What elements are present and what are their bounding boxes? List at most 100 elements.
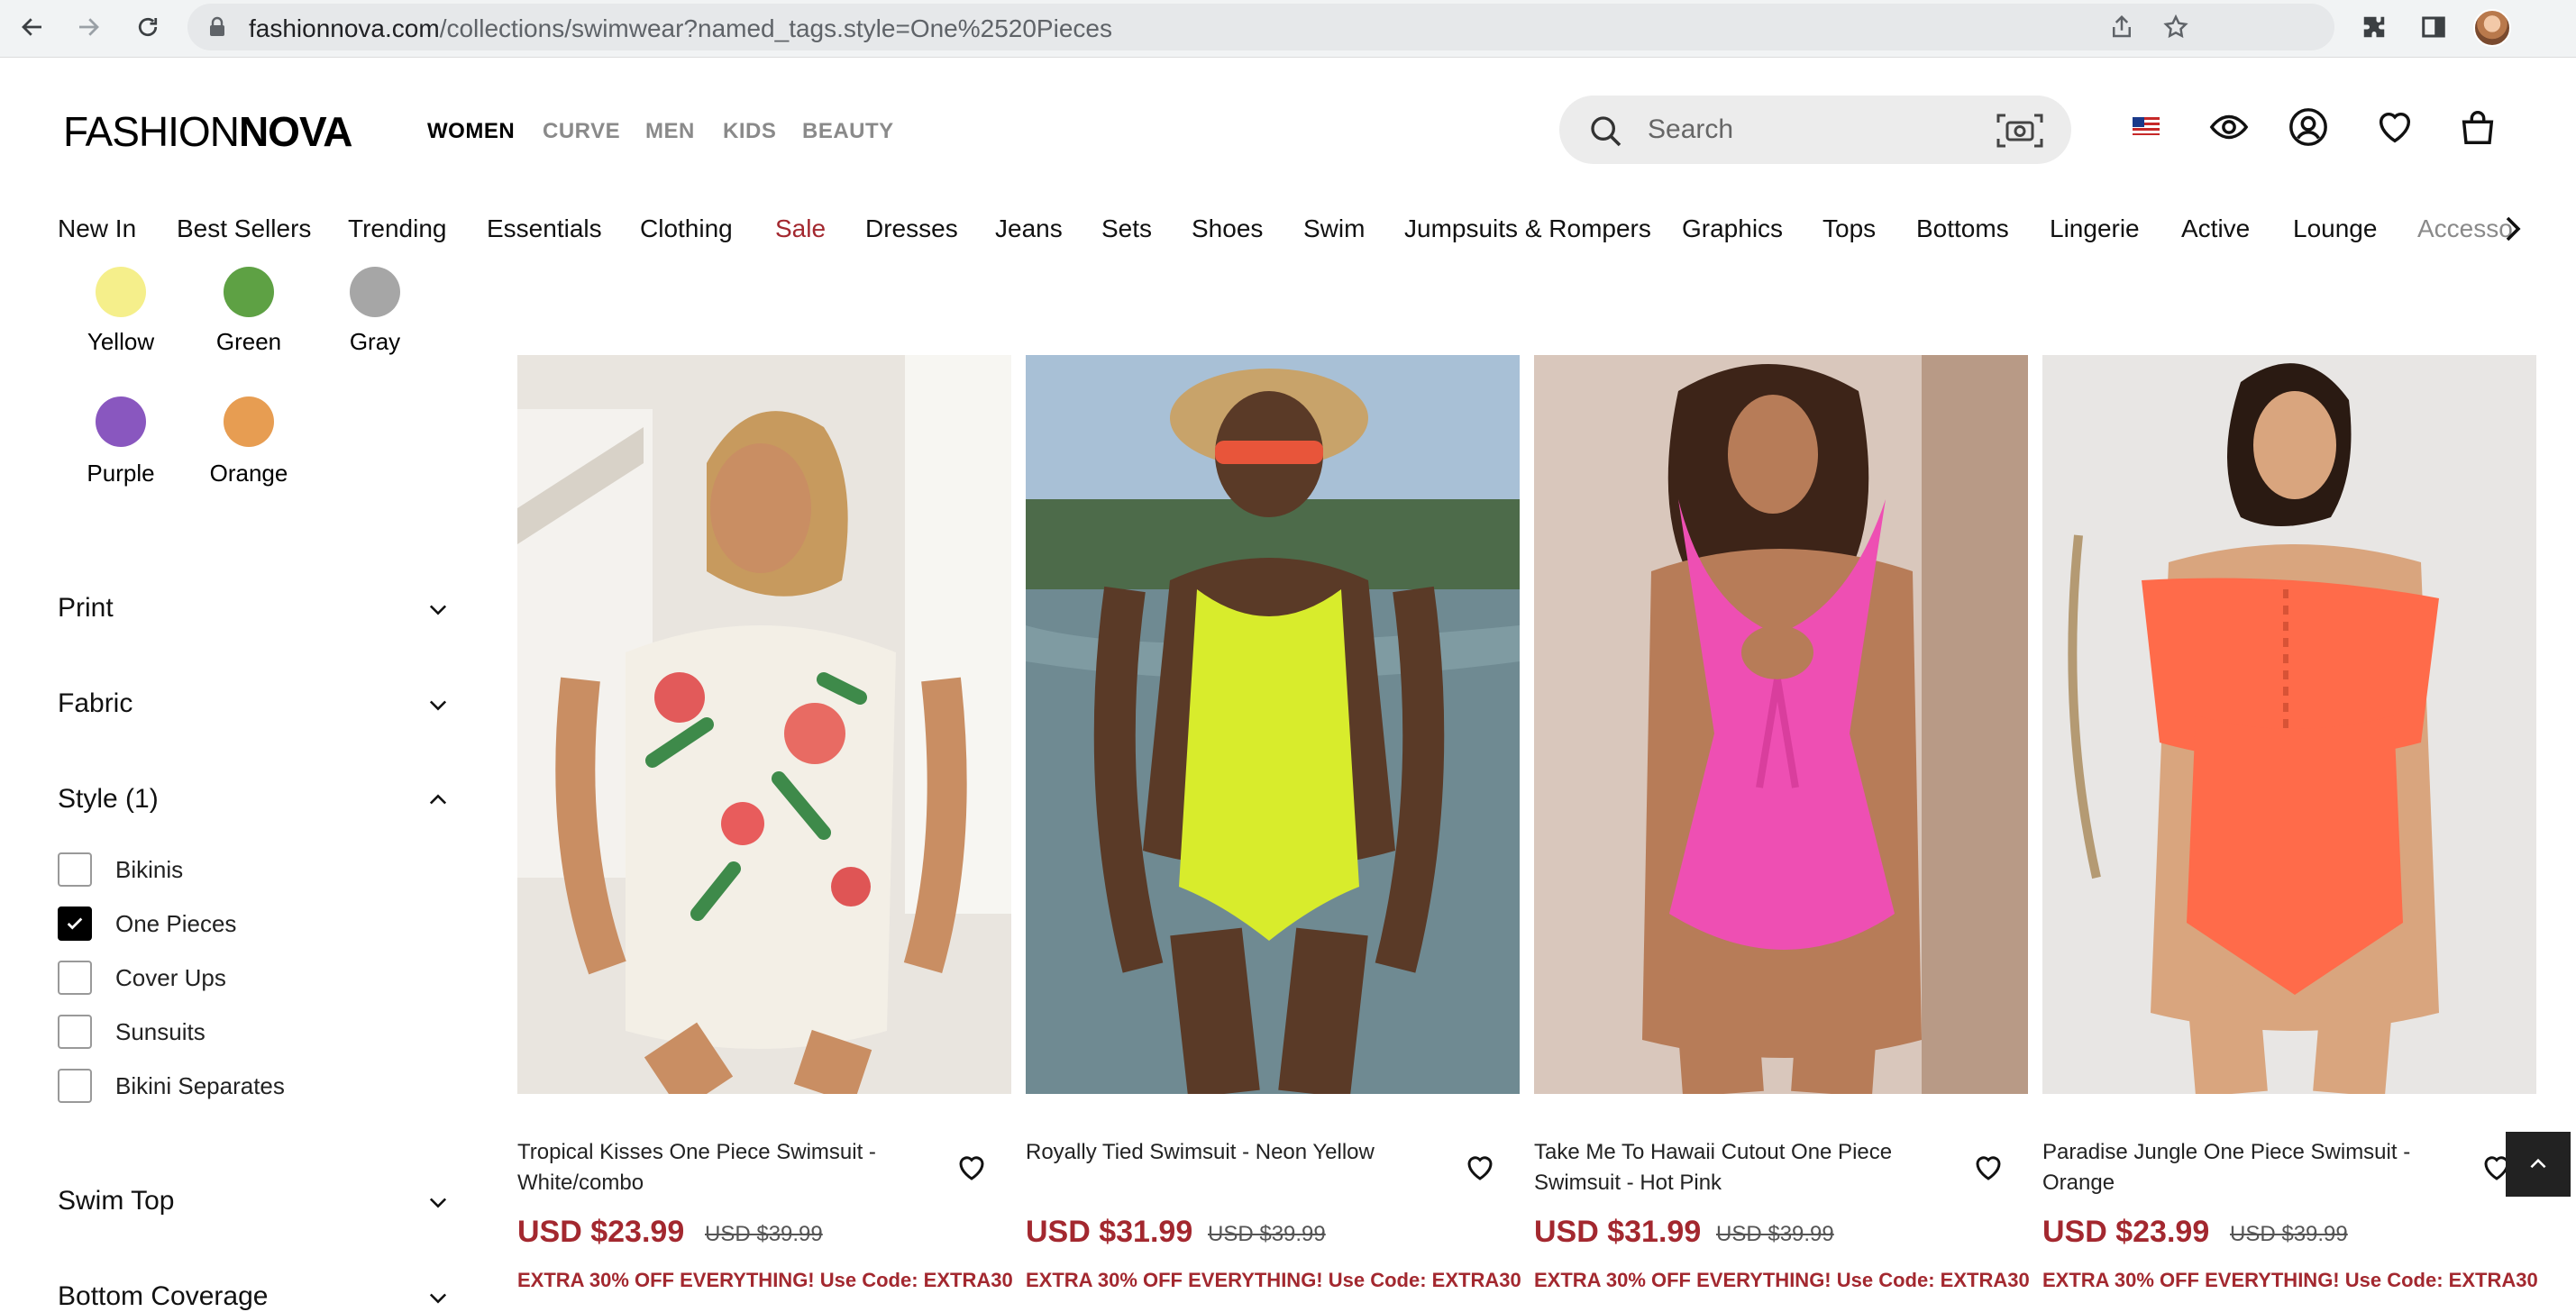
dept-men[interactable]: MEN xyxy=(645,119,695,144)
facet-title: Style (1) xyxy=(58,784,159,814)
search-input[interactable] xyxy=(1648,110,1990,150)
product-compare-price: USD $39.99 xyxy=(1208,1222,1326,1246)
product-card[interactable]: Royally Tied Swimsuit - Neon Yellow USD … xyxy=(1026,355,1521,1312)
reload-icon[interactable] xyxy=(128,7,168,47)
option-label: Cover Ups xyxy=(115,964,226,991)
product-card[interactable]: Take Me To Hawaii Cutout One Piece Swims… xyxy=(1534,355,2030,1312)
swatch-label-green: Green xyxy=(215,328,282,355)
product-price: USD $23.99 xyxy=(2042,1215,2210,1249)
style-option-cover-ups[interactable]: Cover Ups xyxy=(58,959,418,997)
wishlist-heart-icon[interactable] xyxy=(1972,1152,2005,1184)
back-to-top-button[interactable] xyxy=(2506,1132,2571,1197)
site-logo[interactable]: FASHIONNOVA xyxy=(63,106,352,157)
swatch-gray[interactable] xyxy=(350,267,400,317)
share-icon[interactable] xyxy=(2104,9,2140,45)
url-text: fashionnova.com/collections/swimwear?nam… xyxy=(249,14,1112,42)
cat-active[interactable]: Active xyxy=(2181,214,2250,243)
facet-style[interactable]: Style (1) xyxy=(58,777,451,822)
cat-sale[interactable]: Sale xyxy=(775,214,826,243)
checkbox-checked[interactable] xyxy=(58,907,92,941)
cat-bottoms[interactable]: Bottoms xyxy=(1916,214,2009,243)
cat-sets[interactable]: Sets xyxy=(1101,214,1152,243)
facet-bottom-coverage[interactable]: Bottom Coverage xyxy=(58,1274,451,1312)
dept-kids[interactable]: KIDS xyxy=(723,119,776,144)
style-option-one-pieces[interactable]: One Pieces xyxy=(58,905,418,943)
cat-swim[interactable]: Swim xyxy=(1303,214,1365,243)
dept-curve[interactable]: CURVE xyxy=(543,119,620,144)
cat-dresses[interactable]: Dresses xyxy=(865,214,958,243)
account-icon[interactable] xyxy=(2286,105,2331,150)
forward-icon[interactable] xyxy=(69,7,108,47)
cat-tops[interactable]: Tops xyxy=(1822,214,1876,243)
back-icon[interactable] xyxy=(13,7,52,47)
cat-essentials[interactable]: Essentials xyxy=(487,214,602,243)
swatch-label-orange: Orange xyxy=(209,460,288,487)
cat-new-in[interactable]: New In xyxy=(58,214,136,243)
style-option-sunsuits[interactable]: Sunsuits xyxy=(58,1013,418,1051)
cat-shoes[interactable]: Shoes xyxy=(1192,214,1263,243)
product-compare-price: USD $39.99 xyxy=(1716,1222,1834,1246)
cat-jeans[interactable]: Jeans xyxy=(995,214,1063,243)
chevron-right-icon[interactable] xyxy=(2497,213,2529,245)
heart-icon[interactable] xyxy=(2372,105,2417,150)
chevron-up-icon xyxy=(2530,1158,2546,1169)
swatch-label-yellow: Yellow xyxy=(87,328,155,355)
cat-lounge[interactable]: Lounge xyxy=(2293,214,2377,243)
checkmark-icon xyxy=(67,917,83,930)
product-card[interactable]: Paradise Jungle One Piece Swimsuit - Ora… xyxy=(2042,355,2538,1312)
product-image[interactable] xyxy=(1534,355,2028,1094)
sidebar-icon[interactable] xyxy=(2416,9,2452,45)
swatch-label-purple: Purple xyxy=(87,460,155,487)
product-image[interactable] xyxy=(517,355,1011,1094)
dept-women[interactable]: WOMEN xyxy=(427,119,515,144)
camera-search-icon[interactable] xyxy=(1996,112,2044,150)
flag-us-icon[interactable] xyxy=(2133,117,2160,135)
swatch-purple[interactable] xyxy=(96,396,146,447)
product-compare-price: USD $39.99 xyxy=(705,1222,823,1246)
product-image[interactable] xyxy=(2042,355,2536,1094)
cat-trending[interactable]: Trending xyxy=(348,214,446,243)
bag-icon[interactable] xyxy=(2455,105,2500,150)
product-name[interactable]: Take Me To Hawaii Cutout One Piece Swims… xyxy=(1534,1137,1931,1198)
facet-title: Bottom Coverage xyxy=(58,1281,269,1311)
checkbox[interactable] xyxy=(58,1015,92,1049)
eye-icon[interactable] xyxy=(2206,105,2252,150)
checkbox[interactable] xyxy=(58,1069,92,1103)
star-icon[interactable] xyxy=(2158,9,2194,45)
chevron-up-icon xyxy=(429,794,447,805)
swatch-orange[interactable] xyxy=(224,396,274,447)
product-name[interactable]: Tropical Kisses One Piece Swimsuit - Whi… xyxy=(517,1137,914,1198)
style-option-bikini-separates[interactable]: Bikini Separates xyxy=(58,1067,418,1105)
product-name[interactable]: Paradise Jungle One Piece Swimsuit - Ora… xyxy=(2042,1137,2439,1198)
chevron-down-icon xyxy=(429,700,447,711)
wishlist-heart-icon[interactable] xyxy=(955,1152,988,1184)
checkbox[interactable] xyxy=(58,852,92,887)
option-label: Bikini Separates xyxy=(115,1072,285,1099)
cat-graphics[interactable]: Graphics xyxy=(1682,214,1783,243)
facet-title: Print xyxy=(58,593,114,623)
swatch-yellow[interactable] xyxy=(96,267,146,317)
profile-avatar[interactable] xyxy=(2473,9,2511,47)
extensions-icon[interactable] xyxy=(2356,9,2392,45)
search-icon xyxy=(1591,116,1621,147)
product-card[interactable]: Tropical Kisses One Piece Swimsuit - Whi… xyxy=(517,355,1013,1312)
facet-fabric[interactable]: Fabric xyxy=(58,681,451,726)
cat-lingerie[interactable]: Lingerie xyxy=(2050,214,2140,243)
facet-swim-top[interactable]: Swim Top xyxy=(58,1179,451,1224)
wishlist-heart-icon[interactable] xyxy=(1464,1152,1496,1184)
address-bar[interactable]: fashionnova.com/collections/swimwear?nam… xyxy=(187,4,2334,50)
product-compare-price: USD $39.99 xyxy=(2230,1222,2348,1246)
product-image[interactable] xyxy=(1026,355,1520,1094)
style-option-bikinis[interactable]: Bikinis xyxy=(58,851,418,888)
cat-jumpsuits-rompers[interactable]: Jumpsuits & Rompers xyxy=(1404,214,1651,243)
swatch-green[interactable] xyxy=(224,267,274,317)
option-label: Bikinis xyxy=(115,856,184,883)
cat-best-sellers[interactable]: Best Sellers xyxy=(177,214,311,243)
chevron-down-icon xyxy=(429,1198,447,1208)
facet-print[interactable]: Print xyxy=(58,586,451,631)
product-name[interactable]: Royally Tied Swimsuit - Neon Yellow xyxy=(1026,1137,1422,1168)
cat-clothing[interactable]: Clothing xyxy=(640,214,733,243)
checkbox[interactable] xyxy=(58,961,92,995)
dept-beauty[interactable]: BEAUTY xyxy=(802,119,894,144)
search-box[interactable] xyxy=(1559,96,2071,164)
